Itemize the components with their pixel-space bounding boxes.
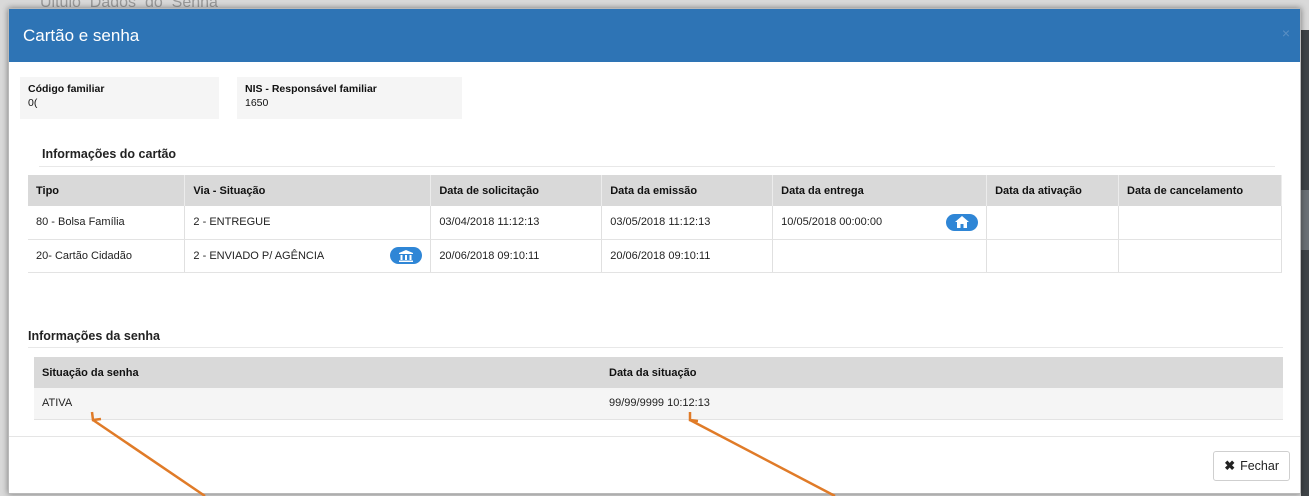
column-header: Situação da senha xyxy=(34,357,601,388)
cell-data-solicitacao: 20/06/2018 09:10:11 xyxy=(430,239,603,273)
close-button[interactable]: ✖ Fechar xyxy=(1213,451,1290,481)
background-scrollbar xyxy=(1301,30,1309,496)
password-section-divider xyxy=(28,347,1283,348)
cell-data-emissao: 20/06/2018 09:10:11 xyxy=(601,239,774,273)
cell-status-date: 99/99/9999 10:12:13 xyxy=(601,388,1283,420)
cell-data-entrega-text: 10/05/2018 00:00:00 xyxy=(781,216,883,229)
table-row: 20- Cartão Cidadão 2 - ENVIADO P/ AGÊNCI… xyxy=(28,239,1282,273)
table-row: 80 - Bolsa Família 2 - ENTREGUE 03/04/20… xyxy=(28,206,1282,240)
column-header: Data da situação xyxy=(601,357,1283,388)
cell-data-solicitacao: 03/04/2018 11:12:13 xyxy=(430,206,603,240)
bank-icon[interactable] xyxy=(390,247,423,264)
password-section-title: Informações da senha xyxy=(28,329,160,343)
cell-tipo: 20- Cartão Cidadão xyxy=(28,239,186,273)
modal-header: Cartão e senha × xyxy=(9,9,1300,62)
column-header: Data de cancelamento xyxy=(1118,175,1282,206)
cell-data-emissao: 03/05/2018 11:12:13 xyxy=(601,206,774,240)
cell-data-cancelamento xyxy=(1118,239,1282,273)
cell-data-entrega xyxy=(772,239,988,273)
cell-data-ativacao xyxy=(986,206,1119,240)
cell-password-status: ATIVA xyxy=(34,388,601,420)
family-code-box: Código familiar 0( xyxy=(20,77,219,119)
cell-data-ativacao xyxy=(986,239,1119,273)
password-table: Situação da senha Data da situação ATIVA… xyxy=(34,357,1283,420)
close-button-label: Fechar xyxy=(1240,459,1279,473)
modal-close-icon[interactable]: × xyxy=(1282,25,1290,41)
home-icon[interactable] xyxy=(946,213,979,231)
column-header: Tipo xyxy=(28,175,186,206)
card-password-modal: Cartão e senha × Código familiar 0( NIS … xyxy=(8,8,1301,494)
background-scrollbar-thumb xyxy=(1301,190,1309,250)
password-table-header: Situação da senha Data da situação xyxy=(34,357,1283,388)
family-code-value: 0( xyxy=(28,97,38,109)
cell-data-entrega: 10/05/2018 00:00:00 xyxy=(772,206,988,240)
card-table-header: Tipo Via - Situação Data de solicitação … xyxy=(28,175,1282,206)
column-header: Data da entrega xyxy=(772,175,988,206)
family-code-label: Código familiar xyxy=(28,83,105,95)
column-header: Data da emissão xyxy=(601,175,774,206)
nis-box: NIS - Responsável familiar 1650 xyxy=(237,77,462,119)
cell-via-situacao: 2 - ENTREGUE xyxy=(184,206,432,240)
card-section-title: Informações do cartão xyxy=(42,147,177,161)
column-header: Data da ativação xyxy=(986,175,1119,206)
cell-data-cancelamento xyxy=(1118,206,1282,240)
cell-tipo: 80 - Bolsa Família xyxy=(28,206,186,240)
nis-label: NIS - Responsável familiar xyxy=(245,83,377,95)
close-icon: ✖ xyxy=(1224,458,1236,473)
cell-via-situacao-text: 2 - ENVIADO P/ AGÊNCIA xyxy=(193,249,325,262)
nis-value: 1650 xyxy=(245,97,269,109)
column-header: Data de solicitação xyxy=(430,175,603,206)
card-table: Tipo Via - Situação Data de solicitação … xyxy=(28,175,1282,273)
column-header: Via - Situação xyxy=(184,175,432,206)
modal-title: Cartão e senha xyxy=(23,25,140,45)
modal-footer-divider xyxy=(9,436,1300,437)
cell-via-situacao: 2 - ENVIADO P/ AGÊNCIA xyxy=(184,239,432,273)
table-row: ATIVA 99/99/9999 10:12:13 xyxy=(34,388,1283,420)
card-section-divider xyxy=(39,166,1275,167)
